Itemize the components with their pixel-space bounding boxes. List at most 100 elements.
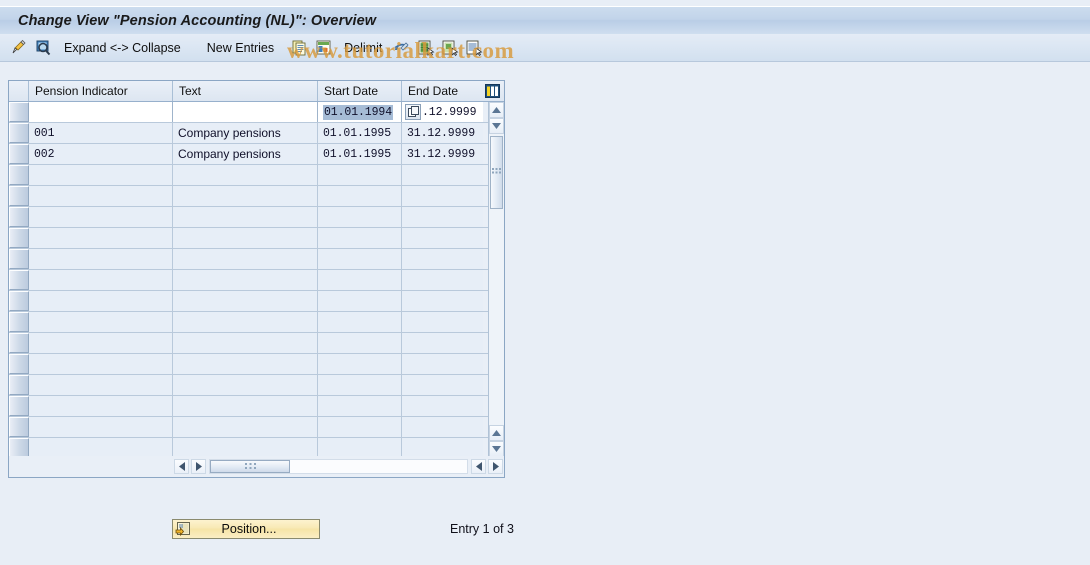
row-selector-button[interactable] bbox=[9, 438, 29, 457]
cell-pension-indicator[interactable] bbox=[29, 270, 173, 290]
scroll-far-right-button[interactable] bbox=[488, 459, 503, 474]
cell-pension-indicator[interactable] bbox=[29, 396, 173, 416]
cell-start-date[interactable] bbox=[318, 438, 402, 457]
vertical-scroll-thumb[interactable] bbox=[490, 136, 503, 209]
display-detail-button[interactable] bbox=[34, 37, 54, 59]
horizontal-scroll-thumb[interactable] bbox=[210, 460, 290, 473]
cell-pension-indicator[interactable] bbox=[29, 249, 173, 269]
select-block-button[interactable] bbox=[464, 37, 484, 59]
cell-pension-indicator[interactable] bbox=[29, 207, 173, 227]
undo-button[interactable] bbox=[392, 37, 412, 59]
row-selector-button[interactable] bbox=[9, 165, 29, 185]
cell-end-date[interactable] bbox=[402, 333, 483, 353]
row-selector-button[interactable] bbox=[9, 312, 29, 332]
column-header-end-date[interactable]: End Date bbox=[402, 81, 482, 101]
column-header-text[interactable]: Text bbox=[173, 81, 318, 101]
cell-end-date[interactable] bbox=[402, 249, 483, 269]
cell-text[interactable] bbox=[173, 165, 318, 185]
scroll-up-button[interactable] bbox=[489, 102, 504, 118]
cell-pension-indicator[interactable] bbox=[29, 291, 173, 311]
vertical-scrollbar[interactable] bbox=[488, 102, 504, 457]
delimit-button[interactable]: Delimit bbox=[338, 37, 388, 59]
scroll-far-left-button[interactable] bbox=[471, 459, 486, 474]
row-selector-button[interactable] bbox=[9, 207, 29, 227]
cell-start-date[interactable] bbox=[318, 333, 402, 353]
table-settings-icon[interactable] bbox=[482, 81, 503, 101]
cell-text[interactable] bbox=[173, 333, 318, 353]
row-selector-button[interactable] bbox=[9, 123, 29, 143]
cell-start-date[interactable]: 01.01.1995 bbox=[318, 123, 402, 143]
date-picker-icon[interactable] bbox=[405, 104, 421, 120]
cell-pension-indicator[interactable] bbox=[29, 186, 173, 206]
cell-pension-indicator[interactable]: 002 bbox=[29, 144, 173, 164]
cell-pension-indicator[interactable] bbox=[29, 375, 173, 395]
copy-as-button[interactable] bbox=[290, 37, 310, 59]
cell-start-date[interactable] bbox=[318, 186, 402, 206]
cell-text[interactable] bbox=[173, 354, 318, 374]
cell-end-date[interactable] bbox=[402, 228, 483, 248]
cell-text[interactable] bbox=[173, 396, 318, 416]
expand-collapse-button[interactable]: Expand <-> Collapse bbox=[58, 37, 187, 59]
row-selector-button[interactable] bbox=[9, 228, 29, 248]
cell-start-date[interactable] bbox=[318, 312, 402, 332]
cell-text[interactable] bbox=[173, 228, 318, 248]
cell-start-date[interactable] bbox=[318, 375, 402, 395]
cell-start-date[interactable] bbox=[318, 396, 402, 416]
cell-end-date[interactable] bbox=[402, 207, 483, 227]
cell-end-date[interactable]: 31.12.9999 bbox=[402, 144, 483, 164]
scroll-page-up-button[interactable] bbox=[489, 425, 504, 441]
scroll-down-button[interactable] bbox=[489, 118, 504, 134]
new-entries-button[interactable]: New Entries bbox=[201, 37, 280, 59]
variants-button[interactable] bbox=[314, 37, 334, 59]
cell-start-date[interactable] bbox=[318, 417, 402, 437]
cell-text[interactable] bbox=[173, 291, 318, 311]
horizontal-scrollbar[interactable] bbox=[9, 456, 504, 477]
column-header-start-date[interactable]: Start Date bbox=[318, 81, 402, 101]
scroll-right-button[interactable] bbox=[191, 459, 206, 474]
cell-text[interactable] bbox=[173, 207, 318, 227]
cell-end-date[interactable] bbox=[402, 312, 483, 332]
cell-end-date[interactable] bbox=[402, 375, 483, 395]
cell-end-date[interactable] bbox=[402, 165, 483, 185]
display-change-button[interactable] bbox=[10, 37, 30, 59]
cell-end-date[interactable] bbox=[402, 186, 483, 206]
cell-end-date[interactable] bbox=[402, 417, 483, 437]
cell-text[interactable] bbox=[173, 312, 318, 332]
cell-start-date[interactable]: 01.01.1995 bbox=[318, 144, 402, 164]
row-selector-button[interactable] bbox=[9, 102, 29, 122]
cell-start-date[interactable] bbox=[318, 165, 402, 185]
cell-start-date[interactable] bbox=[318, 228, 402, 248]
cell-pension-indicator[interactable] bbox=[29, 165, 173, 185]
cell-end-date[interactable] bbox=[402, 396, 483, 416]
cell-pension-indicator[interactable] bbox=[29, 102, 173, 122]
cell-text[interactable]: Company pensions bbox=[173, 144, 318, 164]
cell-text[interactable] bbox=[173, 249, 318, 269]
row-selector-button[interactable] bbox=[9, 186, 29, 206]
cell-pension-indicator[interactable] bbox=[29, 333, 173, 353]
row-selector-button[interactable] bbox=[9, 375, 29, 395]
cell-end-date[interactable] bbox=[402, 438, 483, 457]
cell-pension-indicator[interactable] bbox=[29, 312, 173, 332]
row-selector-button[interactable] bbox=[9, 270, 29, 290]
cell-text[interactable] bbox=[173, 186, 318, 206]
row-selector-button[interactable] bbox=[9, 144, 29, 164]
cell-text[interactable] bbox=[173, 438, 318, 457]
row-selector-button[interactable] bbox=[9, 396, 29, 416]
cell-start-date-input[interactable]: 01.01.1994 bbox=[318, 102, 402, 122]
scroll-page-down-button[interactable] bbox=[489, 441, 504, 457]
cell-start-date[interactable] bbox=[318, 291, 402, 311]
row-selector-button[interactable] bbox=[9, 417, 29, 437]
cell-end-date[interactable] bbox=[402, 291, 483, 311]
cell-pension-indicator[interactable] bbox=[29, 417, 173, 437]
cell-end-date[interactable] bbox=[402, 270, 483, 290]
column-header-pension-indicator[interactable]: Pension Indicator bbox=[29, 81, 173, 101]
cell-pension-indicator[interactable] bbox=[29, 228, 173, 248]
row-selector-button[interactable] bbox=[9, 354, 29, 374]
horizontal-scroll-track[interactable] bbox=[209, 459, 468, 474]
cell-pension-indicator[interactable] bbox=[29, 354, 173, 374]
cell-text[interactable] bbox=[173, 102, 318, 122]
cell-pension-indicator[interactable]: 001 bbox=[29, 123, 173, 143]
cell-start-date[interactable] bbox=[318, 249, 402, 269]
cell-text[interactable] bbox=[173, 417, 318, 437]
cell-end-date-input[interactable]: .12.9999 bbox=[402, 102, 483, 122]
